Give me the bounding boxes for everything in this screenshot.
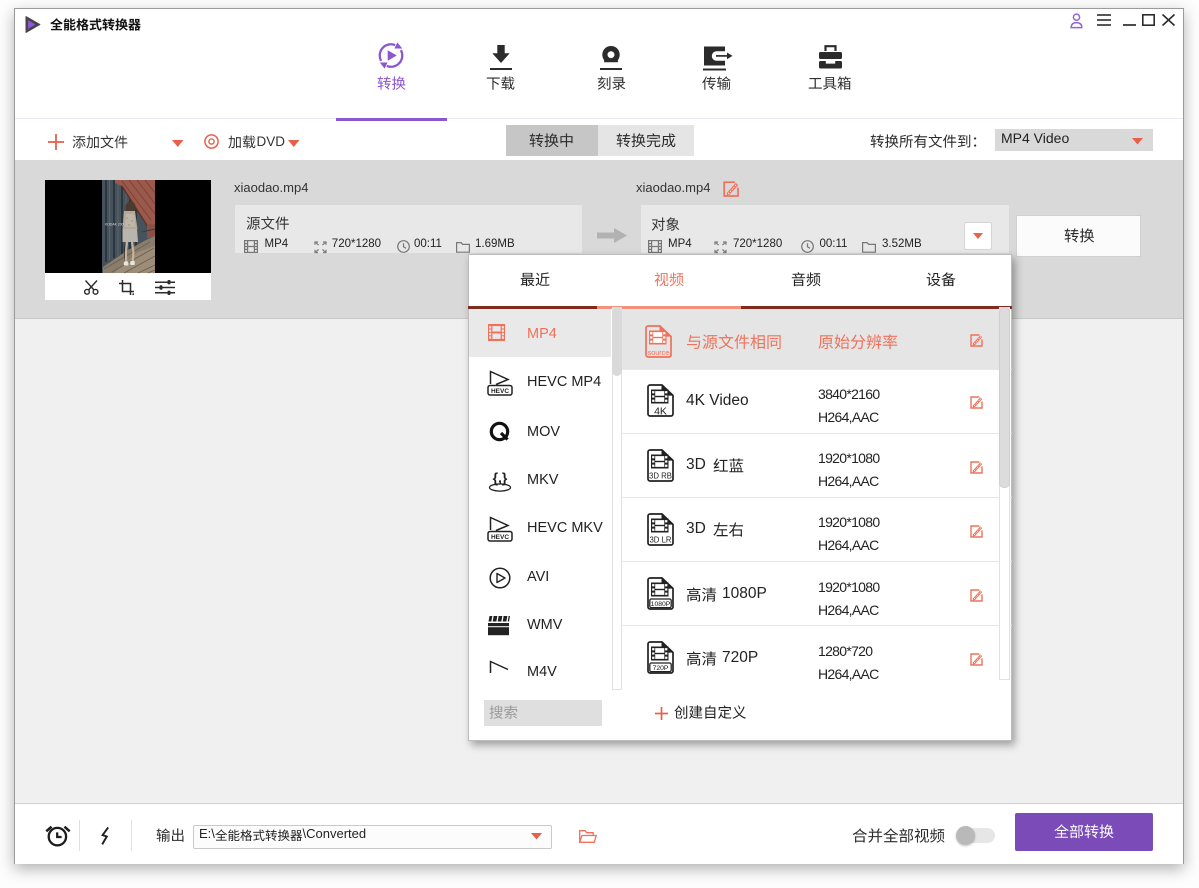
svg-text:720P: 720P: [653, 665, 669, 672]
svg-text:source: source: [648, 348, 670, 357]
svg-text:3D LR: 3D LR: [649, 535, 671, 544]
svg-text:{,}: {,}: [493, 470, 508, 486]
svg-text:3D RB: 3D RB: [649, 471, 672, 480]
svg-text:KODAK 200: KODAK 200: [105, 223, 124, 227]
svg-text:4K: 4K: [654, 406, 667, 418]
svg-text:HEVC: HEVC: [491, 534, 509, 541]
svg-text:HEVC: HEVC: [491, 388, 509, 395]
svg-text:1080P: 1080P: [651, 601, 671, 608]
